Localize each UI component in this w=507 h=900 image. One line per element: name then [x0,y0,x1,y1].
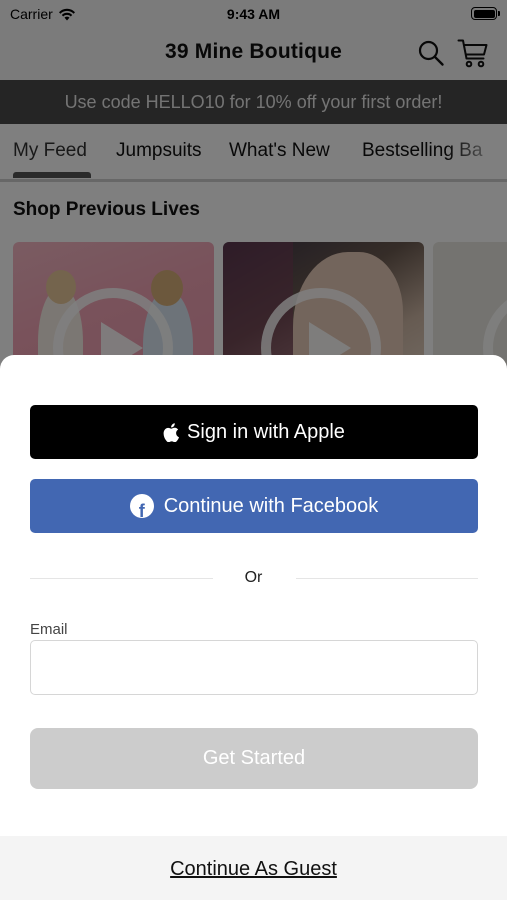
email-label: Email [30,621,68,638]
divider-line [296,578,478,579]
apple-button-label: Sign in with Apple [187,420,345,443]
continue-as-guest-link[interactable]: Continue As Guest [0,858,507,881]
apple-icon [163,422,180,442]
get-started-button[interactable]: Get Started [30,728,478,789]
facebook-button-label: Continue with Facebook [163,494,379,517]
facebook-icon: f [129,494,154,518]
sign-in-sheet: Sign in with Apple f Continue with Faceb… [0,355,507,900]
sign-in-with-apple-button[interactable]: Sign in with Apple [30,405,478,459]
email-field[interactable] [30,640,478,695]
continue-with-facebook-button[interactable]: f Continue with Facebook [30,479,478,533]
guest-bar: Continue As Guest [0,836,507,900]
